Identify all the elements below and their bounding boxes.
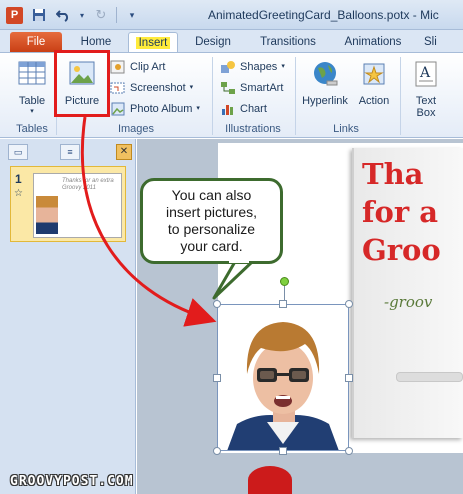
group-separator (295, 57, 296, 135)
card-line-1: Tha (362, 157, 424, 191)
screenshot-button[interactable]: Screenshot ▾ (110, 78, 193, 98)
resize-handle-nw[interactable] (213, 300, 221, 308)
resize-handle-se[interactable] (345, 447, 353, 455)
tab-animations[interactable]: Animations (336, 32, 410, 52)
text-box-label-1: Text (415, 95, 437, 107)
slides-pane: ▭ ≡ ✕ Thanks for an extra Groovy 2011 1 … (0, 139, 136, 494)
group-label-links: Links (333, 123, 359, 135)
action-icon (358, 59, 390, 89)
slides-tab[interactable]: ▭ (8, 144, 28, 160)
photo-album-label: Photo Album (130, 103, 193, 115)
group-separator (400, 57, 401, 135)
screenshot-icon (110, 81, 126, 95)
selection-frame (217, 304, 349, 451)
chart-label: Chart (240, 103, 267, 115)
document-title: AnimatedGreetingCard_Balloons.potx - Mic (208, 8, 439, 22)
text-box-button[interactable]: A Text Box (404, 59, 448, 119)
tab-file[interactable]: File (10, 32, 62, 52)
resize-handle-ne[interactable] (345, 300, 353, 308)
text-box-icon: A (410, 59, 442, 89)
action-button[interactable]: Action (352, 59, 396, 107)
slide-thumbnail-card: Thanks for an extra Groovy 2011 (33, 173, 122, 238)
slide-number: 1 (15, 172, 22, 186)
shapes-button[interactable]: Shapes ▾ (220, 57, 285, 77)
dropdown-arrow-icon[interactable]: ▾ (78, 6, 86, 24)
card-signature: -groov (384, 293, 433, 311)
tab-insert-label: Insert (135, 37, 171, 49)
card-line-2: for a (362, 195, 438, 229)
tab-home[interactable]: Home (74, 32, 118, 52)
smartart-icon (220, 81, 236, 95)
picture-highlight (54, 50, 110, 117)
callout-line-2: insert pictures, (165, 204, 258, 220)
text-box-label-2: Box (416, 107, 436, 119)
callout-line-1: You can also (171, 187, 252, 203)
card-title: Tha for a Groo (362, 155, 463, 269)
group-label-images: Images (117, 123, 155, 135)
thumb-photo (36, 196, 58, 234)
clip-art-icon (110, 60, 126, 74)
customize-qat-icon[interactable]: ▾ (123, 6, 141, 24)
chevron-down-icon: ▾ (30, 108, 34, 115)
screenshot-label: Screenshot (130, 82, 186, 94)
smartart-label: SmartArt (240, 82, 284, 94)
callout-bubble: You can also insert pictures, to persona… (140, 178, 283, 264)
chevron-down-icon: ▾ (196, 105, 200, 112)
chart-icon (220, 102, 236, 116)
red-balloon (248, 466, 292, 494)
resize-handle-w[interactable] (213, 374, 221, 382)
action-label: Action (358, 95, 390, 107)
outline-tab[interactable]: ≡ (60, 144, 80, 160)
title-bar: P ▾ ↻ ▾ AnimatedGreetingCard_Balloons.po… (0, 0, 463, 30)
shapes-label: Shapes (240, 61, 278, 73)
group-label-tables: Tables (16, 123, 48, 135)
ribbon-tabs: File Home Insert Design Transitions Anim… (0, 30, 463, 52)
chevron-down-icon: ▾ (189, 84, 194, 91)
powerpoint-icon[interactable]: P (6, 7, 23, 24)
hyperlink-label: Hyperlink (302, 95, 348, 107)
undo-icon[interactable] (54, 6, 72, 24)
shapes-icon (220, 60, 236, 74)
smartart-button[interactable]: SmartArt (220, 78, 283, 98)
redo-icon[interactable]: ↻ (92, 6, 110, 24)
hyperlink-button[interactable]: Hyperlink (299, 59, 351, 107)
card-bar (396, 372, 463, 382)
clip-art-label: Clip Art (130, 61, 166, 73)
close-icon[interactable]: ✕ (116, 144, 132, 160)
chevron-down-icon: ▾ (281, 63, 285, 70)
callout-line-4: your card. (180, 238, 243, 254)
tab-design[interactable]: Design (188, 32, 238, 52)
rotate-handle[interactable] (280, 277, 289, 286)
save-icon[interactable] (30, 6, 48, 24)
tab-slideshow[interactable]: Sli (424, 32, 463, 52)
resize-handle-s[interactable] (279, 447, 287, 455)
table-button[interactable]: Table ▾ (10, 59, 54, 115)
callout-line-3: to personalize (167, 221, 256, 237)
group-label-illustrations: Illustrations (225, 123, 281, 135)
resize-handle-sw[interactable] (213, 447, 221, 455)
card-line-3: Groo (362, 233, 441, 267)
photo-album-button[interactable]: Photo Album ▾ (110, 99, 200, 119)
table-label: Table (18, 95, 46, 107)
globe-icon (309, 59, 341, 89)
resize-handle-n[interactable] (279, 300, 287, 308)
photo-album-icon (110, 102, 126, 116)
thumb-text: Thanks for an extra Groovy 2011 (62, 178, 114, 191)
pane-tabs: ▭ ≡ ✕ (4, 144, 132, 160)
quick-access-toolbar: ▾ ↻ ▾ (30, 6, 141, 24)
tab-transitions[interactable]: Transitions (252, 32, 324, 52)
svg-text:A: A (419, 65, 431, 81)
animation-star-icon: ☆ (14, 188, 23, 199)
qat-separator (116, 7, 117, 23)
chart-button[interactable]: Chart (220, 99, 267, 119)
table-icon (16, 59, 48, 89)
watermark: GROOVYPOST.COM (10, 474, 134, 489)
slide-thumbnail[interactable]: Thanks for an extra Groovy 2011 (10, 166, 126, 242)
callout-tail-join (229, 259, 249, 263)
clip-art-button[interactable]: Clip Art (110, 57, 165, 77)
tab-insert[interactable]: Insert (128, 32, 178, 52)
resize-handle-e[interactable] (345, 374, 353, 382)
